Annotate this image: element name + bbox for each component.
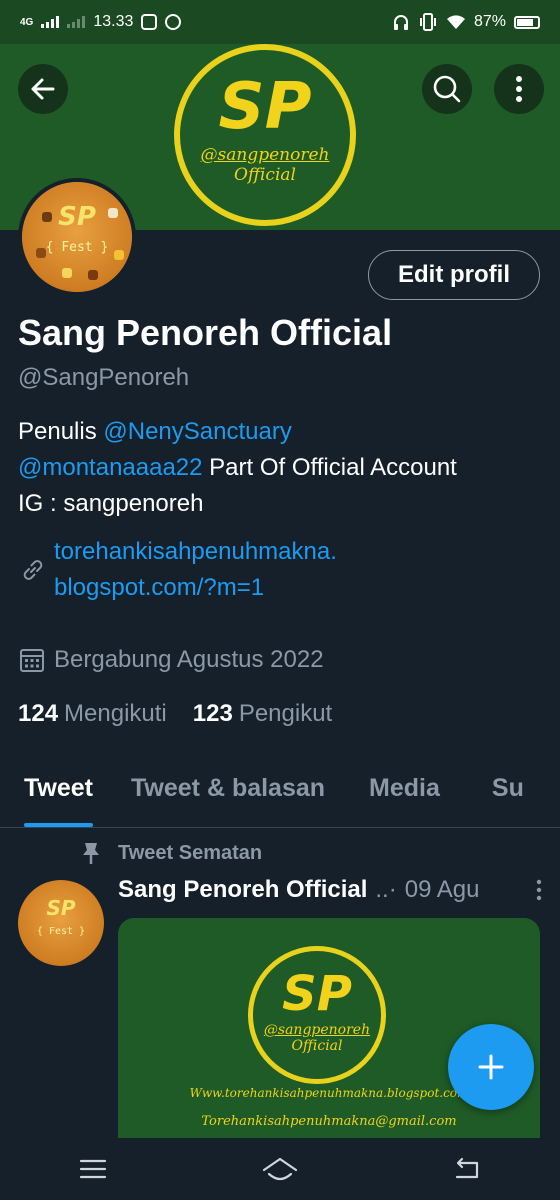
bio-line3-text: IG : sangpenoreh xyxy=(18,490,204,517)
avatar-image xyxy=(22,182,132,292)
edit-profile-button[interactable]: Edit profil xyxy=(368,250,540,300)
media-logo-handle: @sangpenoreh xyxy=(263,1022,371,1038)
tweet-more-icon[interactable] xyxy=(536,879,542,901)
link-icon xyxy=(23,560,43,580)
system-nav-bar xyxy=(0,1138,560,1200)
profile-name: Sang Penoreh Official xyxy=(18,312,393,353)
more-options-button[interactable] xyxy=(494,64,544,114)
tab-tweet[interactable]: Tweet xyxy=(24,750,93,827)
media-email-text: Torehankisahpenuhmakna@gmail.com xyxy=(201,1114,457,1129)
banner-logo-subtitle: Official xyxy=(234,165,296,185)
following-label: Mengikuti xyxy=(64,700,167,727)
bio-mention-montana[interactable]: @montanaaaa22 xyxy=(18,454,203,481)
followers-link[interactable]: 123 Pengikut xyxy=(193,700,332,728)
tweet-avatar[interactable]: SP { Fest } xyxy=(18,880,104,966)
banner-logo: SP @sangpenoreh Official xyxy=(174,44,356,226)
avatar-monogram: SP xyxy=(58,202,96,232)
hamburger-icon xyxy=(80,1159,107,1179)
tweet-header: Sang Penoreh Official ..· 09 Agu xyxy=(118,876,548,904)
search-icon xyxy=(433,75,461,103)
back-button[interactable] xyxy=(18,64,68,114)
instagram-icon xyxy=(141,14,158,30)
whatsapp-icon xyxy=(165,14,182,30)
tweet-date: 09 Agu xyxy=(404,876,480,903)
profile-handle: @SangPenoreh xyxy=(18,364,190,391)
tweet-author[interactable]: Sang Penoreh Official xyxy=(118,876,367,904)
search-button[interactable] xyxy=(422,64,472,114)
home-nav-button[interactable] xyxy=(260,1149,300,1189)
pinned-indicator: Tweet Sematan xyxy=(78,840,262,866)
bio-mention-neny[interactable]: @NenySanctuary xyxy=(103,418,291,445)
media-logo-monogram: SP xyxy=(282,966,352,1022)
menu-nav-button[interactable] xyxy=(73,1149,113,1189)
clock: 13.33 xyxy=(93,13,134,30)
profile-bio: Penulis @NenySanctuary @montanaaaa22 Par… xyxy=(18,414,538,522)
website-link[interactable]: torehankisahpenuhmakna.blogspot.com/?m=1 xyxy=(54,534,344,606)
followers-label: Pengikut xyxy=(238,700,333,727)
banner-logo-monogram: SP xyxy=(218,70,312,144)
following-count: 124 xyxy=(18,700,59,727)
tab-more[interactable]: Su xyxy=(492,750,524,827)
join-date: Bergabung Agustus 2022 xyxy=(54,646,324,673)
arrow-left-icon xyxy=(31,78,55,100)
followers-count: 123 xyxy=(192,700,233,727)
tab-media[interactable]: Media xyxy=(369,750,440,827)
return-icon xyxy=(455,1157,478,1179)
tweet-avatar-tag: { Fest } xyxy=(36,926,86,937)
avatar-decoration xyxy=(88,270,98,280)
follow-stats: 124 Mengikuti 123 Pengikut xyxy=(18,700,332,728)
following-link[interactable]: 124 Mengikuti xyxy=(18,700,167,728)
media-logo-subtitle: Official xyxy=(291,1038,343,1054)
battery-icon xyxy=(514,15,540,29)
website-row: torehankisahpenuhmakna.blogspot.com/?m=1 xyxy=(18,534,344,606)
avatar-decoration xyxy=(62,268,72,278)
compose-tweet-button[interactable] xyxy=(448,1024,534,1110)
network-type: 4G xyxy=(20,16,34,28)
join-date-row: Bergabung Agustus 2022 xyxy=(18,646,324,674)
signal-icon xyxy=(41,16,60,28)
tab-tweet-replies[interactable]: Tweet & balasan xyxy=(131,750,325,827)
status-bar: 4G 13.33 87% xyxy=(0,0,560,44)
vertical-dots-icon xyxy=(516,76,522,102)
avatar-tag: { Fest } xyxy=(45,240,109,255)
banner-logo-handle: @sangpenoreh xyxy=(200,145,330,165)
bio-line2-text: Part Of Official Account xyxy=(202,454,457,481)
headphones-icon xyxy=(393,15,408,30)
profile-tabs: Tweet Tweet & balasan Media Su xyxy=(0,750,560,828)
calendar-icon xyxy=(20,649,44,672)
back-nav-button[interactable] xyxy=(447,1149,487,1189)
plus-icon xyxy=(478,1054,504,1080)
pin-icon xyxy=(83,843,99,864)
pinned-label: Tweet Sematan xyxy=(118,841,263,864)
signal-2-icon xyxy=(67,16,86,28)
tweet-avatar-monogram: SP xyxy=(46,896,76,920)
wifi-icon xyxy=(446,15,465,29)
media-logo: SP @sangpenoreh Official xyxy=(248,946,386,1084)
profile-avatar[interactable]: SP { Fest } xyxy=(18,178,136,296)
home-icon xyxy=(262,1157,298,1181)
vibrate-icon xyxy=(419,13,436,31)
bio-prefix: Penulis xyxy=(18,418,104,445)
battery-percent: 87% xyxy=(473,13,506,30)
tweet-ellipsis: ..· xyxy=(375,876,397,903)
